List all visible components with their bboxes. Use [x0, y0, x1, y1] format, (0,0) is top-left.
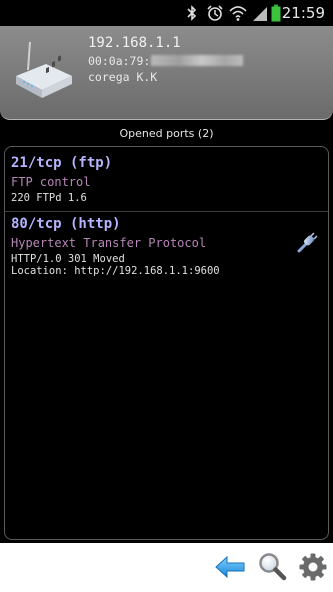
- router-icon: [16, 41, 72, 98]
- device-header[interactable]: 192.168.1.1 00:0a:79: corega K.K: [0, 26, 333, 120]
- port-description: Hypertext Transfer Protocol: [11, 236, 207, 250]
- device-mac: 00:0a:79:: [88, 54, 244, 68]
- port-banner-line: 220 FTPd 1.6: [11, 192, 87, 204]
- link-icon[interactable]: [296, 232, 318, 254]
- back-button[interactable]: [212, 549, 248, 585]
- port-banner-line: Location: http://192.168.1.1:9600: [11, 265, 220, 277]
- signal-icon: [253, 7, 267, 21]
- status-bar: 21:59: [0, 0, 333, 26]
- settings-icon: [299, 553, 327, 581]
- alarm-icon: [207, 5, 223, 21]
- settings-button[interactable]: [295, 549, 331, 585]
- device-ip: 192.168.1.1: [88, 35, 181, 51]
- port-name: 80/tcp (http): [11, 216, 121, 232]
- port-item[interactable]: 21/tcp (ftp) FTP control 220 FTPd 1.6: [5, 153, 328, 209]
- section-title: Opened ports (2): [119, 127, 214, 140]
- battery-icon: [271, 4, 281, 22]
- port-description: FTP control: [11, 175, 91, 189]
- search-icon: [259, 553, 287, 581]
- bottom-toolbar: [0, 543, 333, 592]
- status-time: 21:59: [281, 4, 325, 22]
- ports-list: 21/tcp (ftp) FTP control 220 FTPd 1.6 80…: [4, 146, 329, 540]
- back-icon: [215, 555, 245, 579]
- port-banner-line: HTTP/1.0 301 Moved: [11, 253, 125, 265]
- device-vendor: corega K.K: [88, 70, 158, 84]
- wifi-icon: [229, 6, 247, 21]
- bluetooth-icon: [187, 5, 197, 21]
- mac-redacted: [151, 55, 244, 66]
- port-name: 21/tcp (ftp): [11, 155, 113, 171]
- port-item[interactable]: 80/tcp (http) Hypertext Transfer Protoco…: [5, 211, 328, 281]
- search-button[interactable]: [254, 549, 290, 585]
